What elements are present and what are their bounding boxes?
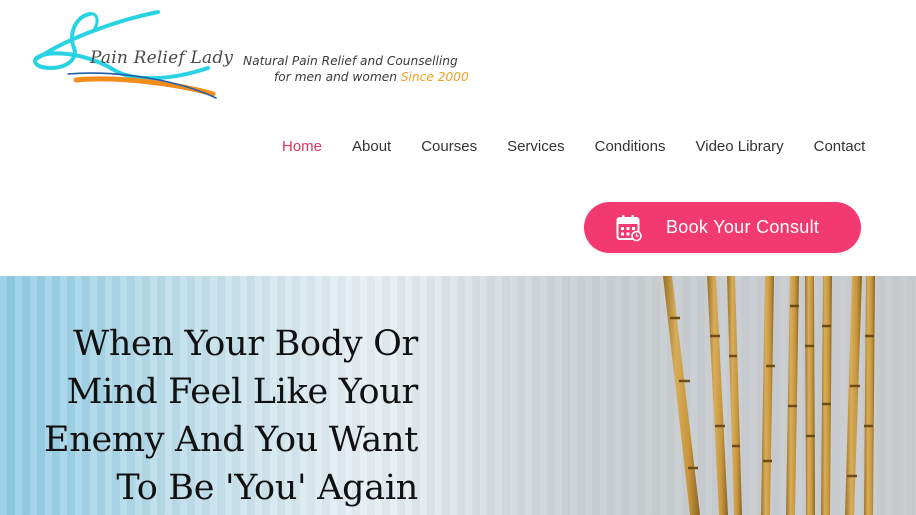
main-nav: Home About Courses Services Conditions V… xyxy=(282,137,865,159)
nav-services[interactable]: Services xyxy=(507,137,565,159)
brand-logo[interactable]: Pain Relief Lady xyxy=(28,8,233,108)
brand-name: Pain Relief Lady xyxy=(90,48,234,68)
tagline-audience: for men and women xyxy=(274,70,397,84)
nav-home[interactable]: Home xyxy=(282,137,322,159)
tagline-line-1: Natural Pain Relief and Counselling xyxy=(243,54,458,68)
nav-about[interactable]: About xyxy=(352,137,391,159)
nav-conditions[interactable]: Conditions xyxy=(595,137,666,159)
book-consult-button[interactable]: Book Your Consult xyxy=(584,202,861,253)
hero-heading: When Your Body Or Mind Feel Like Your En… xyxy=(43,324,418,508)
hero-banner: When Your Body Or Mind Feel Like Your En… xyxy=(0,276,916,515)
nav-contact[interactable]: Contact xyxy=(814,137,866,159)
nav-video-library[interactable]: Video Library xyxy=(696,137,784,159)
tagline-since: Since 2000 xyxy=(400,70,469,84)
site-tagline: Natural Pain Relief and Counselling for … xyxy=(243,53,469,85)
tagline-line-2: for men and women Since 2000 xyxy=(243,69,469,85)
site-header: Pain Relief Lady Natural Pain Relief and… xyxy=(0,0,916,276)
calendar-icon xyxy=(616,215,642,242)
nav-courses[interactable]: Courses xyxy=(421,137,477,159)
book-consult-label: Book Your Consult xyxy=(666,217,820,237)
